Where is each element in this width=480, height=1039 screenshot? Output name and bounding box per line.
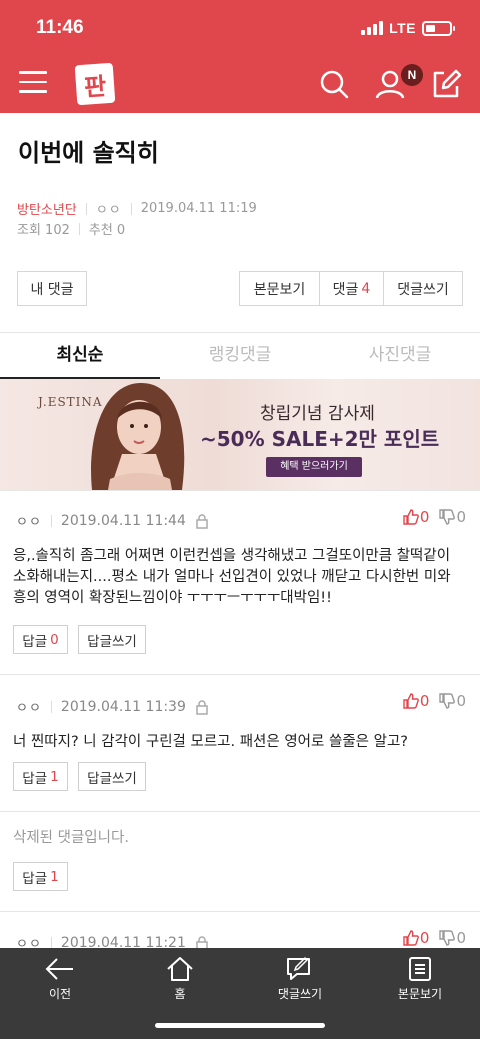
- comment-header: ㅇㅇ 2019.04.11 11:44: [16, 511, 210, 530]
- comments-count-button[interactable]: 댓글 4: [319, 271, 384, 306]
- thumbs-up-icon: [403, 930, 419, 946]
- tab-ranking[interactable]: 랭킹댓글: [160, 333, 320, 379]
- pann-logo[interactable]: 판: [74, 62, 116, 106]
- post-recommends: 추천 0: [88, 223, 126, 238]
- nav-home[interactable]: 홈: [120, 956, 240, 1002]
- home-indicator: [155, 1023, 325, 1028]
- comment-votes: 0 0: [403, 692, 466, 710]
- post-meta-author: 방탄소년단 ㅇㅇ 2019.04.11 11:19: [17, 199, 257, 218]
- ad-banner[interactable]: J.ESTINA 창립기념 감사제 ~50% SALE+2만 포인트 혜택 받으…: [0, 379, 480, 490]
- status-indicators: LTE: [361, 20, 455, 36]
- write-reply-button[interactable]: 답글쓰기: [78, 762, 146, 791]
- post-meta-stats: 조회 102 추천 0: [17, 219, 125, 238]
- battery-icon: [422, 20, 455, 36]
- nav-back-label: 이전: [48, 987, 72, 1001]
- view-post-button[interactable]: 본문보기: [239, 271, 320, 306]
- dislike-button[interactable]: 0: [439, 692, 466, 710]
- thumbs-up-icon: [403, 693, 419, 709]
- write-icon[interactable]: [430, 68, 462, 100]
- app-header: 판 N: [0, 56, 480, 113]
- divider: [0, 490, 480, 491]
- hamburger-menu-icon[interactable]: [19, 71, 47, 95]
- thumbs-down-icon: [439, 693, 456, 709]
- nav-write-comment[interactable]: 댓글쓰기: [240, 956, 360, 1002]
- dislike-button[interactable]: 0: [439, 508, 466, 526]
- comments-count: 4: [361, 280, 371, 297]
- status-time: 11:46: [36, 17, 84, 38]
- thumbs-down-icon: [439, 509, 456, 525]
- thumbs-up-icon: [403, 509, 419, 525]
- post-author[interactable]: 방탄소년단: [17, 199, 77, 218]
- reply-count-button[interactable]: 답글 1: [13, 862, 68, 891]
- post-nickname: ㅇㅇ: [95, 203, 122, 218]
- like-button[interactable]: 0: [403, 692, 429, 710]
- comment-votes: 0 0: [403, 508, 466, 526]
- tab-photo[interactable]: 사진댓글: [320, 333, 480, 379]
- document-icon: [409, 957, 431, 981]
- divider: [0, 811, 480, 812]
- status-bar: 11:46 LTE: [0, 0, 480, 56]
- thumbs-down-icon: [439, 930, 456, 946]
- divider: [0, 911, 480, 912]
- comment-body: 응,.솔직히 좀그래 어쩌면 이런컨셉을 생각해냈고 그걸또이만큼 찰떡같이 소…: [13, 548, 451, 606]
- comment-nickname: ㅇㅇ: [16, 515, 42, 530]
- back-arrow-icon: [45, 958, 73, 980]
- tab-latest[interactable]: 최신순: [0, 333, 160, 380]
- banner-headline: 창립기념 감사제: [260, 404, 375, 424]
- lock-icon: [196, 699, 208, 715]
- nav-view-post-label: 본문보기: [397, 987, 443, 1001]
- comment-datetime: 2019.04.11 11:44: [60, 512, 186, 529]
- signal-icon: [361, 21, 384, 35]
- comment-sort-tabs: 최신순 랭킹댓글 사진댓글: [0, 333, 480, 380]
- comment-votes: 0 0: [403, 929, 466, 947]
- lock-icon: [196, 513, 208, 529]
- nav-view-post[interactable]: 본문보기: [360, 956, 480, 1002]
- reply-count-button[interactable]: 답글 0: [13, 625, 68, 654]
- post-views: 조회 102: [17, 223, 70, 238]
- logo-text: 판: [83, 71, 108, 102]
- deleted-comment-notice: 삭제된 댓글입니다.: [13, 830, 129, 846]
- comment-header: ㅇㅇ 2019.04.11 11:39: [16, 697, 210, 716]
- nav-write-comment-label: 댓글쓰기: [277, 987, 323, 1001]
- divider: [0, 674, 480, 675]
- like-button[interactable]: 0: [403, 929, 429, 947]
- search-icon[interactable]: [318, 68, 350, 100]
- home-icon: [167, 957, 193, 981]
- reply-count-button[interactable]: 답글 1: [13, 762, 68, 791]
- comment-body: 너 찐따지? 니 감각이 구린걸 모르고. 패션은 영어로 쓸줄은 알고?: [13, 734, 408, 750]
- notification-badge: N: [401, 64, 423, 86]
- nav-home-label: 홈: [174, 987, 186, 1001]
- post-title: 이번에 솔직히: [18, 139, 159, 167]
- banner-sale: ~50% SALE+2만 포인트: [200, 427, 440, 451]
- write-comment-button[interactable]: 댓글쓰기: [383, 271, 463, 306]
- like-button[interactable]: 0: [403, 508, 429, 526]
- comment-datetime: 2019.04.11 11:39: [60, 698, 186, 715]
- model-photo: [91, 382, 185, 490]
- network-label: LTE: [389, 20, 416, 36]
- write-reply-button[interactable]: 답글쓰기: [78, 625, 146, 654]
- dislike-button[interactable]: 0: [439, 929, 466, 947]
- comment-write-icon: [287, 956, 310, 980]
- my-comments-button[interactable]: 내 댓글: [17, 271, 87, 306]
- banner-cta-button[interactable]: 혜택 받으러가기: [266, 457, 362, 477]
- nav-back[interactable]: 이전: [0, 956, 120, 1002]
- comment-nickname: ㅇㅇ: [16, 701, 42, 716]
- post-datetime: 2019.04.11 11:19: [140, 201, 257, 216]
